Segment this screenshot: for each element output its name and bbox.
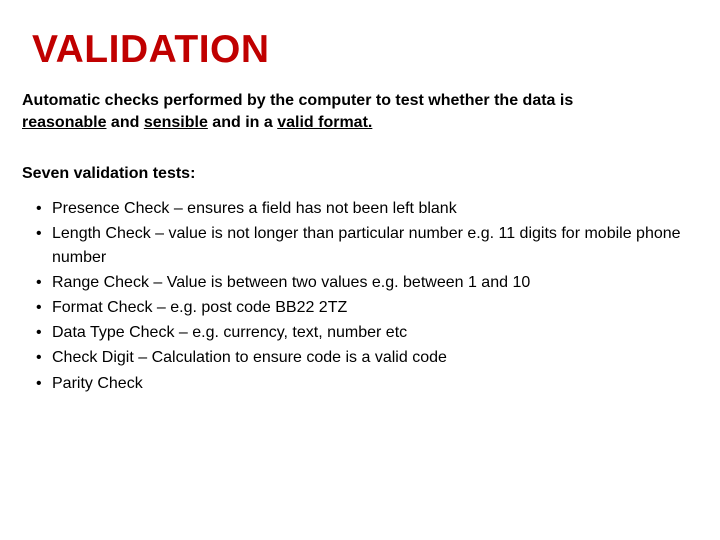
list-item: Range Check – Value is between two value… <box>52 271 692 294</box>
list-item: Presence Check – ensures a field has not… <box>52 197 692 220</box>
list-item: Parity Check <box>52 372 692 395</box>
intro-part-1: Automatic checks performed by the comput… <box>22 92 573 109</box>
intro-underline-reasonable: reasonable <box>22 114 106 131</box>
list-item: Data Type Check – e.g. currency, text, n… <box>52 321 692 344</box>
subheading: Seven validation tests: <box>20 165 692 183</box>
intro-part-3: and in a <box>208 114 277 131</box>
intro-underline-sensible: sensible <box>144 114 208 131</box>
validation-list: Presence Check – ensures a field has not… <box>20 197 692 395</box>
list-item: Check Digit – Calculation to ensure code… <box>52 346 692 369</box>
intro-part-2: and <box>106 114 143 131</box>
list-item: Length Check – value is not longer than … <box>52 222 692 268</box>
intro-text: Automatic checks performed by the comput… <box>20 90 580 133</box>
slide-title: VALIDATION <box>20 28 692 72</box>
intro-underline-valid-format: valid format. <box>277 114 372 131</box>
list-item: Format Check – e.g. post code BB22 2TZ <box>52 296 692 319</box>
